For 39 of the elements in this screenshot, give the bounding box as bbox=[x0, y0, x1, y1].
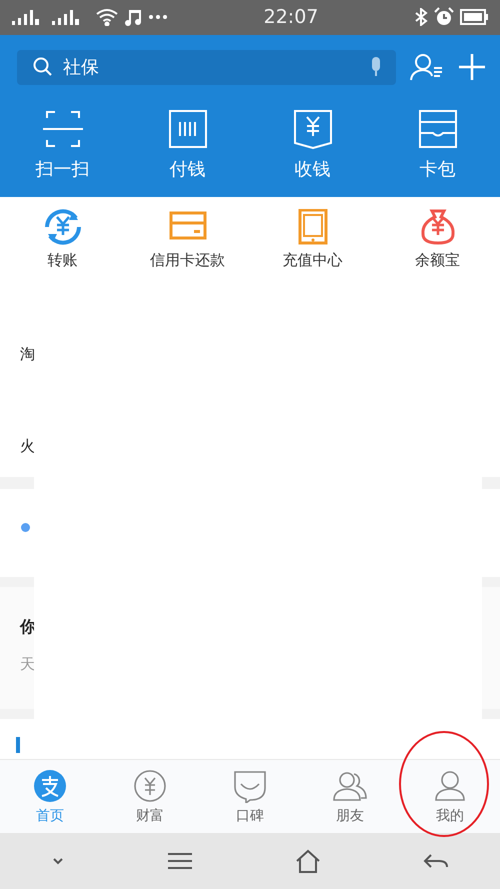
person-icon bbox=[432, 768, 468, 803]
quick-action-button[interactable]: 卡包 bbox=[375, 108, 500, 181]
more-icon bbox=[148, 14, 168, 20]
quick-action-button[interactable]: 收钱 bbox=[250, 108, 375, 181]
card-subtitle: 天 bbox=[20, 655, 35, 674]
quick-action-button[interactable]: 扫一扫 bbox=[0, 108, 125, 181]
tab[interactable]: 朋友 bbox=[300, 760, 400, 834]
tab[interactable]: 首页 bbox=[0, 760, 100, 834]
chevron-down-icon[interactable] bbox=[51, 856, 65, 866]
search-icon bbox=[33, 57, 53, 78]
home-icon[interactable] bbox=[295, 849, 321, 874]
wifi-icon bbox=[96, 8, 118, 26]
microphone-icon[interactable] bbox=[370, 57, 382, 78]
add-icon[interactable] bbox=[458, 53, 486, 82]
logo-icon bbox=[32, 768, 68, 803]
alarm-icon bbox=[434, 7, 454, 28]
battery-icon bbox=[460, 9, 488, 26]
section-marker bbox=[16, 737, 20, 754]
clock-time: 22:07 bbox=[262, 6, 320, 28]
feed-text: 淘 bbox=[20, 345, 35, 364]
tab[interactable]: 财富 bbox=[100, 760, 200, 834]
search-bar[interactable]: 社保 bbox=[17, 50, 396, 85]
service-button[interactable]: 余额宝 bbox=[375, 208, 500, 290]
service-button[interactable]: 转账 bbox=[0, 208, 125, 290]
back-icon[interactable] bbox=[423, 852, 449, 870]
service-button[interactable]: 信用卡还款 bbox=[125, 208, 250, 290]
feed-text: 火 bbox=[20, 437, 35, 456]
tab[interactable]: 我的 bbox=[400, 760, 500, 834]
yen-coin-icon bbox=[132, 768, 168, 803]
tab[interactable]: 口碑 bbox=[200, 760, 300, 834]
menu-icon[interactable] bbox=[167, 852, 193, 870]
service-button[interactable]: 充值中心 bbox=[250, 208, 375, 290]
quick-action-button[interactable]: 付钱 bbox=[125, 108, 250, 181]
contacts-icon[interactable] bbox=[410, 53, 444, 82]
smile-bubble-icon bbox=[232, 768, 268, 803]
bluetooth-icon bbox=[414, 8, 428, 26]
search-input[interactable]: 社保 bbox=[61, 56, 362, 79]
dot-icon bbox=[21, 523, 30, 532]
music-icon bbox=[124, 8, 142, 26]
